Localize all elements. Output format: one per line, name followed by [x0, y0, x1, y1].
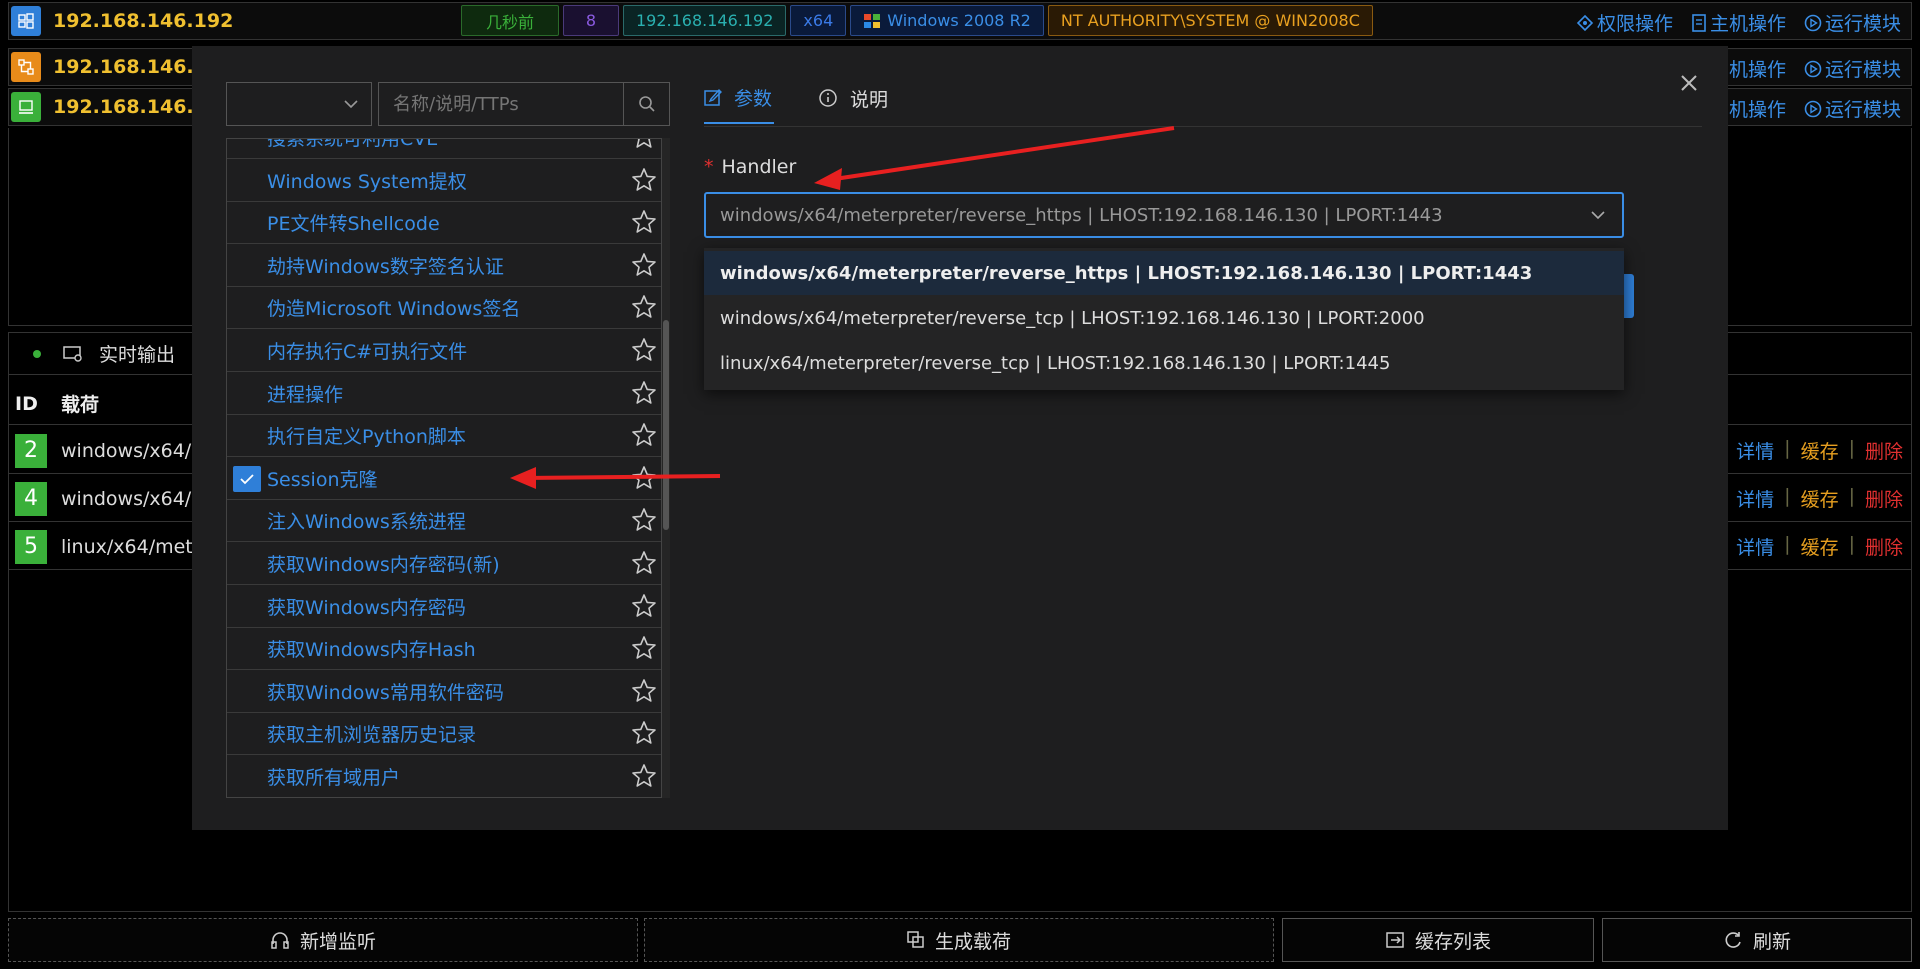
- annotation-arrows: [510, 126, 1175, 489]
- priv-op-button[interactable]: 权限操作: [1576, 9, 1673, 36]
- ip-badge: 192.168.146.192: [623, 5, 787, 36]
- session-badges: 几秒前 8 192.168.146.192 x64 Windows 2008 R…: [461, 5, 1373, 36]
- cache-link[interactable]: 缓存: [1801, 437, 1839, 464]
- play-circle-icon: [1804, 14, 1822, 31]
- row-payload: linux/x64/mete: [61, 535, 205, 558]
- copy-icon: [907, 931, 924, 948]
- delete-link[interactable]: 删除: [1865, 485, 1903, 512]
- arch-badge: x64: [790, 5, 847, 36]
- cache-link[interactable]: 缓存: [1801, 533, 1839, 560]
- row-id: 4: [15, 481, 47, 516]
- cache-link[interactable]: 缓存: [1801, 485, 1839, 512]
- host-op-button[interactable]: 主机操作: [1691, 9, 1786, 36]
- cache-list-button[interactable]: 缓存列表: [1282, 918, 1594, 962]
- refresh-icon: [1725, 932, 1741, 948]
- col-payload: 载荷: [61, 394, 100, 416]
- row-payload: windows/x64/n: [61, 487, 204, 510]
- session-ops: 权限操作 主机操作 运行模块: [1576, 9, 1901, 36]
- session-ip: 192.168.146.192: [53, 10, 234, 32]
- network-icon: [11, 52, 41, 82]
- headphones-icon: [271, 932, 289, 949]
- refresh-label: 刷新: [1752, 930, 1791, 953]
- windows-icon: [11, 6, 41, 36]
- time-badge: 几秒前: [461, 5, 559, 36]
- refresh-button[interactable]: 刷新: [1602, 918, 1912, 962]
- run-module-button[interactable]: 运行模块: [1804, 9, 1901, 36]
- output-tab[interactable]: 实时输出: [99, 340, 175, 367]
- play-circle-icon: [1804, 60, 1822, 77]
- document-icon: [1692, 13, 1706, 32]
- add-listener-button[interactable]: 新增监听: [8, 918, 638, 962]
- windows-flag-icon: [864, 13, 881, 28]
- monitor-icon: [63, 345, 82, 362]
- arrow-to-session-clone: [510, 467, 721, 489]
- export-icon: [1386, 932, 1404, 948]
- run-module-button[interactable]: 运行模块: [1804, 55, 1901, 82]
- detail-link[interactable]: 详情: [1736, 533, 1774, 560]
- os-badge: Windows 2008 R2: [850, 5, 1044, 36]
- row-payload: windows/x64/n: [61, 439, 204, 462]
- col-id: ID: [15, 392, 38, 415]
- generate-payload-button[interactable]: 生成载荷: [644, 918, 1274, 962]
- play-circle-icon: [1804, 100, 1822, 117]
- delete-link[interactable]: 删除: [1865, 533, 1903, 560]
- row-actions: 详情 | 缓存 | 删除: [1736, 533, 1903, 560]
- pid-badge: 8: [563, 5, 619, 36]
- row-id: 5: [15, 529, 47, 564]
- run-module-button[interactable]: 运行模块: [1804, 95, 1901, 122]
- computer-icon: [11, 92, 41, 122]
- generate-payload-label: 生成载荷: [934, 930, 1011, 953]
- row-actions: 详情 | 缓存 | 删除: [1736, 485, 1903, 512]
- delete-link[interactable]: 删除: [1865, 437, 1903, 464]
- add-listener-label: 新增监听: [299, 930, 376, 953]
- target-icon: [1576, 14, 1594, 31]
- status-dot: [33, 349, 41, 358]
- os-label: Windows 2008 R2: [887, 11, 1031, 30]
- detail-link[interactable]: 详情: [1736, 437, 1774, 464]
- user-badge: NT AUTHORITY\SYSTEM @ WIN2008C: [1047, 5, 1373, 36]
- row-id: 2: [15, 433, 47, 468]
- session-row-1[interactable]: 192.168.146.192 几秒前 8 192.168.146.192 x6…: [8, 2, 1912, 40]
- detail-link[interactable]: 详情: [1736, 485, 1774, 512]
- row-actions: 详情 | 缓存 | 删除: [1736, 437, 1903, 464]
- cache-list-label: 缓存列表: [1414, 930, 1491, 953]
- run-module-dialog: 搜索系统可利用CVEWindows System提权PE文件转Shellcode…: [192, 46, 1728, 830]
- arrow-to-handler: [814, 126, 1175, 190]
